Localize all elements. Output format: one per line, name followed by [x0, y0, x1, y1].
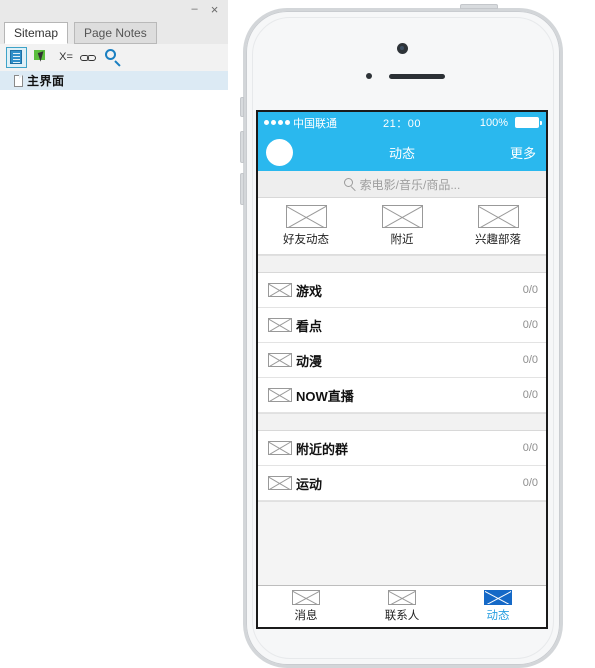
- quick-action-friend-feed[interactable]: 好友动态: [258, 205, 354, 247]
- panel-titlebar: – ×: [0, 0, 228, 19]
- battery-full-icon: [515, 117, 539, 128]
- list-item-sports[interactable]: 运动 0/0: [258, 466, 546, 501]
- list-item-label: 游戏: [296, 281, 322, 300]
- tab-label: 联系人: [385, 607, 420, 623]
- add-child-icon[interactable]: [32, 47, 53, 68]
- search-icon: [344, 178, 357, 191]
- image-placeholder-icon: [286, 205, 327, 228]
- battery-percent-label: 100%: [480, 117, 508, 129]
- image-placeholder-icon: [268, 388, 292, 402]
- power-button[interactable]: [460, 4, 498, 9]
- list-item-anime[interactable]: 动漫 0/0: [258, 343, 546, 378]
- list-item-count: 0/0: [523, 319, 538, 331]
- list-item-count: 0/0: [523, 389, 538, 401]
- list-item-label: NOW直播: [296, 386, 354, 405]
- search-icon-handle: [114, 60, 120, 66]
- list-item-games[interactable]: 游戏 0/0: [258, 273, 546, 308]
- add-page-icon[interactable]: [6, 47, 27, 68]
- image-placeholder-icon: [268, 441, 292, 455]
- iphone-frame: 中国联通 21：00 100% 动态 更多 索电影/音乐/商品...: [243, 8, 563, 668]
- volume-down-button[interactable]: [240, 173, 244, 205]
- list-item-count: 0/0: [523, 354, 538, 366]
- tab-sitemap[interactable]: Sitemap: [4, 22, 68, 44]
- page-title: 动态: [258, 143, 546, 162]
- add-page-icon-glyph: [10, 50, 22, 64]
- image-placeholder-icon: [268, 353, 292, 367]
- volume-up-button[interactable]: [240, 131, 244, 163]
- earpiece-speaker-icon: [389, 74, 445, 79]
- front-camera-icon: [397, 43, 408, 54]
- tab-contacts[interactable]: 联系人: [354, 590, 450, 623]
- image-placeholder-icon: [268, 318, 292, 332]
- image-placeholder-icon: [268, 476, 292, 490]
- search-input[interactable]: 索电影/音乐/商品...: [258, 171, 546, 198]
- phone-screen: 中国联通 21：00 100% 动态 更多 索电影/音乐/商品...: [256, 110, 548, 629]
- search-icon[interactable]: [103, 47, 124, 68]
- image-placeholder-icon: [388, 590, 416, 605]
- image-placeholder-icon: [382, 205, 423, 228]
- sitemap-item-label: 主界面: [27, 72, 65, 89]
- phone-canvas: 中国联通 21：00 100% 动态 更多 索电影/音乐/商品...: [229, 0, 595, 630]
- list-item-count: 0/0: [523, 284, 538, 296]
- sitemap-tree: 主界面: [0, 71, 228, 630]
- sitemap-item-main[interactable]: 主界面: [0, 71, 228, 90]
- list-group-separator: [258, 413, 546, 431]
- list-item-highlights[interactable]: 看点 0/0: [258, 308, 546, 343]
- bottom-tab-bar: 消息 联系人 动态: [258, 585, 546, 627]
- tab-label: 消息: [295, 607, 318, 623]
- more-button[interactable]: 更多: [510, 143, 536, 162]
- search-placeholder: 索电影/音乐/商品...: [360, 176, 461, 193]
- quick-action-row: 好友动态 附近 兴趣部落: [258, 198, 546, 255]
- list-item-label: 看点: [296, 316, 322, 335]
- list-item-label: 运动: [296, 474, 322, 493]
- tab-label: 动态: [487, 607, 510, 623]
- image-placeholder-icon: [292, 590, 320, 605]
- tab-messages[interactable]: 消息: [258, 590, 354, 623]
- image-placeholder-icon: [484, 590, 512, 605]
- search-icon-ring: [105, 49, 116, 60]
- rename-icon[interactable]: X=: [57, 47, 75, 68]
- panel-tabstrip: Sitemap Page Notes: [0, 19, 228, 45]
- list-group-separator: [258, 255, 546, 273]
- image-placeholder-icon: [268, 283, 292, 297]
- list-item-nearby-groups[interactable]: 附近的群 0/0: [258, 431, 546, 466]
- list-item-now-live[interactable]: NOW直播 0/0: [258, 378, 546, 413]
- sitemap-panel: – × Sitemap Page Notes X= 主界面: [0, 0, 228, 630]
- link-icon-right: [87, 55, 96, 61]
- sitemap-toolbar: X=: [0, 44, 228, 72]
- quick-action-label: 好友动态: [283, 231, 329, 247]
- image-placeholder-icon: [478, 205, 519, 228]
- quick-action-interest-tribe[interactable]: 兴趣部落: [450, 205, 546, 247]
- quick-action-label: 附近: [391, 231, 414, 247]
- quick-action-nearby[interactable]: 附近: [354, 205, 450, 247]
- nav-bar: 动态 更多: [258, 133, 546, 171]
- list-item-count: 0/0: [523, 477, 538, 489]
- minimize-icon[interactable]: –: [187, 2, 202, 17]
- mute-switch[interactable]: [240, 97, 244, 117]
- close-icon[interactable]: ×: [207, 2, 222, 17]
- status-bar: 中国联通 21：00 100%: [258, 112, 546, 133]
- list-item-label: 附近的群: [296, 439, 348, 458]
- quick-action-label: 兴趣部落: [475, 231, 521, 247]
- tab-feed[interactable]: 动态: [450, 590, 546, 623]
- proximity-sensor-icon: [366, 73, 372, 79]
- tab-page-notes[interactable]: Page Notes: [74, 22, 157, 44]
- list-item-label: 动漫: [296, 351, 322, 370]
- list-item-count: 0/0: [523, 442, 538, 454]
- list-filler: [258, 501, 546, 585]
- link-icon[interactable]: [79, 47, 100, 68]
- page-icon: [14, 75, 23, 87]
